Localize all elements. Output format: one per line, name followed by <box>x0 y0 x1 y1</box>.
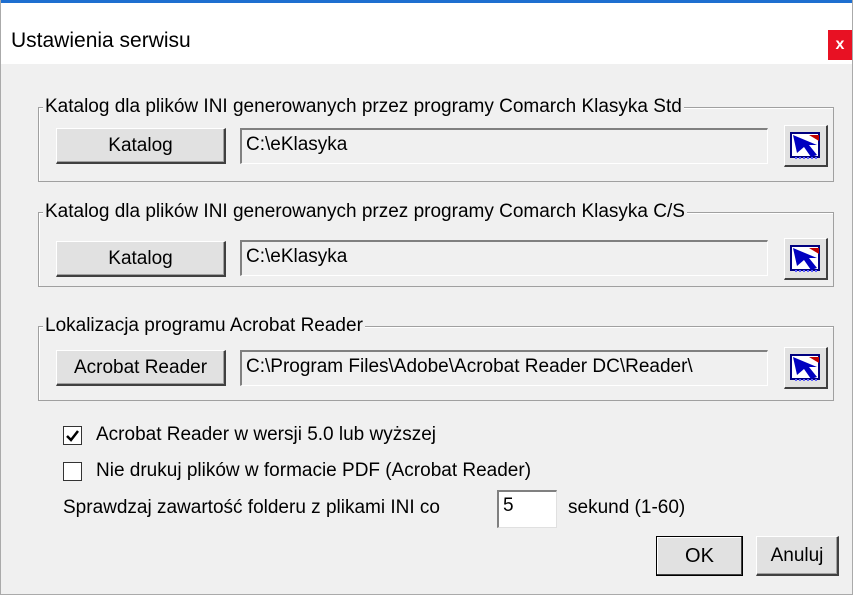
window-title: Ustawienia serwisu <box>11 29 191 52</box>
button-label: Acrobat Reader <box>73 356 208 378</box>
group-acrobat: Lokalizacja programu Acrobat Reader Acro… <box>38 315 834 401</box>
browse-acrobat-button[interactable] <box>784 347 828 389</box>
title-bar[interactable]: Ustawienia serwisu x <box>1 0 852 64</box>
interval-input[interactable]: 5 <box>497 490 557 528</box>
catalog-std-path-field[interactable]: C:\eKlasyka <box>240 128 768 164</box>
button-label: Anuluj <box>770 544 824 566</box>
acrobat-reader-button[interactable]: Acrobat Reader <box>56 350 226 386</box>
settings-dialog: Ustawienia serwisu x Katalog dla plików … <box>0 0 853 595</box>
button-label: OK <box>685 544 714 567</box>
group-title: Katalog dla plików INI generowanych prze… <box>43 201 687 223</box>
button-label: Katalog <box>108 134 173 156</box>
acrobat5-label: Acrobat Reader w wersji 5.0 lub wyższej <box>96 424 437 445</box>
group-ini-std: Katalog dla plików INI generowanych prze… <box>38 96 834 182</box>
catalog-cs-path-field[interactable]: C:\eKlasyka <box>240 240 768 276</box>
close-button[interactable]: x <box>828 30 852 60</box>
acrobat5-checkbox[interactable] <box>63 425 82 445</box>
acrobat-path-field[interactable]: C:\Program Files\Adobe\Acrobat Reader DC… <box>240 350 768 386</box>
checkmark-icon <box>66 429 79 442</box>
close-icon: x <box>835 36 845 53</box>
group-ini-cs: Katalog dla plików INI generowanych prze… <box>38 201 834 287</box>
catalog-cs-button[interactable]: Katalog <box>56 241 226 277</box>
browse-folder-icon <box>789 131 820 159</box>
browse-std-button[interactable] <box>784 125 828 167</box>
cancel-button[interactable]: Anuluj <box>756 536 839 576</box>
acrobat5-option[interactable]: Acrobat Reader w wersji 5.0 lub wyższej <box>63 424 436 446</box>
no-pdf-checkbox[interactable] <box>63 461 82 481</box>
catalog-std-button[interactable]: Katalog <box>56 128 226 164</box>
no-pdf-option[interactable]: Nie drukuj plików w formacie PDF (Acroba… <box>63 460 531 482</box>
browse-folder-icon <box>789 244 820 272</box>
group-title: Katalog dla plików INI generowanych prze… <box>43 96 684 118</box>
browse-folder-icon <box>789 353 820 381</box>
interval-label: Sprawdzaj zawartość folderu z plikami IN… <box>63 497 440 518</box>
group-title: Lokalizacja programu Acrobat Reader <box>43 315 365 337</box>
no-pdf-label: Nie drukuj plików w formacie PDF (Acroba… <box>96 460 532 481</box>
interval-suffix: sekund (1-60) <box>568 497 686 518</box>
browse-cs-button[interactable] <box>784 238 828 280</box>
ok-button[interactable]: OK <box>656 536 743 576</box>
button-label: Katalog <box>108 247 173 269</box>
